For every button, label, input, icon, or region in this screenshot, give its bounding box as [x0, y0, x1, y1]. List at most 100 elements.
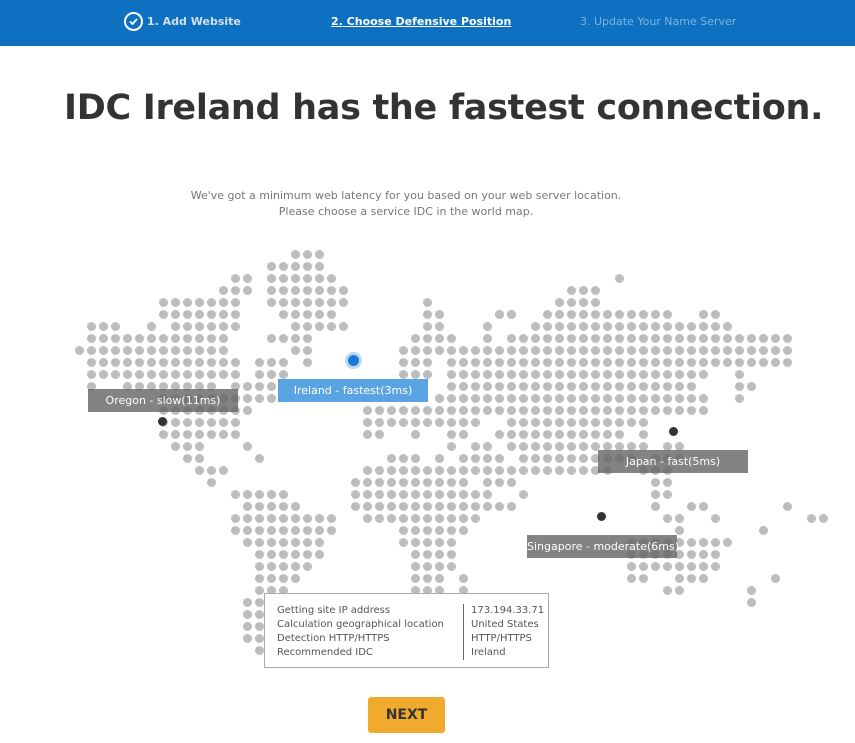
map-dot — [267, 334, 276, 343]
map-dot — [483, 490, 492, 499]
map-dot — [195, 358, 204, 367]
map-dot — [315, 262, 324, 271]
map-dot — [291, 286, 300, 295]
idc-marker-singapore[interactable] — [597, 512, 606, 521]
map-dot — [663, 478, 672, 487]
map-dot — [399, 478, 408, 487]
map-dot — [303, 322, 312, 331]
map-dot — [447, 562, 456, 571]
map-dot — [183, 370, 192, 379]
map-dot — [435, 478, 444, 487]
map-dot — [435, 418, 444, 427]
map-dot — [147, 322, 156, 331]
map-dot — [711, 514, 720, 523]
map-dot — [495, 346, 504, 355]
map-dot — [555, 310, 564, 319]
map-dot — [651, 358, 660, 367]
map-dot — [411, 478, 420, 487]
map-dot — [699, 346, 708, 355]
map-dot — [651, 346, 660, 355]
map-dot — [495, 370, 504, 379]
idc-marker-ireland[interactable] — [348, 355, 359, 366]
map-dot — [399, 538, 408, 547]
map-dot — [447, 394, 456, 403]
map-dot — [459, 514, 468, 523]
idc-label-oregon[interactable]: Oregon - slow(11ms) — [88, 389, 238, 412]
map-dot — [639, 370, 648, 379]
map-dot — [639, 358, 648, 367]
map-dot — [303, 514, 312, 523]
map-dot — [87, 346, 96, 355]
map-dot — [183, 346, 192, 355]
map-dot — [579, 358, 588, 367]
map-dot — [411, 454, 420, 463]
map-dot — [267, 514, 276, 523]
map-dot — [471, 502, 480, 511]
map-dot — [255, 514, 264, 523]
map-dot — [579, 466, 588, 475]
map-dot — [279, 538, 288, 547]
map-dot — [303, 310, 312, 319]
map-dot — [543, 322, 552, 331]
idc-label-singapore[interactable]: Singapore - moderate(6ms) — [527, 535, 679, 558]
map-dot — [363, 502, 372, 511]
map-dot — [267, 550, 276, 559]
map-dot — [255, 526, 264, 535]
map-dot — [219, 298, 228, 307]
map-dot — [459, 454, 468, 463]
map-dot — [171, 370, 180, 379]
map-dot — [111, 346, 120, 355]
map-dot — [771, 574, 780, 583]
map-dot — [435, 538, 444, 547]
idc-label-ireland[interactable]: Ireland - fastest(3ms) — [278, 379, 428, 402]
map-dot — [579, 382, 588, 391]
map-dot — [567, 310, 576, 319]
map-dot — [699, 370, 708, 379]
map-dot — [399, 466, 408, 475]
map-dot — [495, 358, 504, 367]
map-dot — [507, 442, 516, 451]
map-dot — [159, 334, 168, 343]
map-dot — [495, 478, 504, 487]
map-dot — [195, 298, 204, 307]
map-dot — [627, 406, 636, 415]
map-dot — [471, 406, 480, 415]
map-dot — [207, 346, 216, 355]
map-dot — [147, 334, 156, 343]
map-dot — [711, 334, 720, 343]
map-dot — [207, 310, 216, 319]
map-dot — [699, 562, 708, 571]
map-dot — [411, 562, 420, 571]
idc-label-japan[interactable]: Japan - fast(5ms) — [598, 450, 748, 473]
idc-marker-japan[interactable] — [669, 427, 678, 436]
map-dot — [315, 526, 324, 535]
next-button[interactable]: NEXT — [368, 697, 445, 733]
map-dot — [591, 298, 600, 307]
map-dot — [183, 442, 192, 451]
map-dot — [303, 334, 312, 343]
map-dot — [747, 334, 756, 343]
map-dot — [291, 334, 300, 343]
map-dot — [483, 382, 492, 391]
map-dot — [687, 382, 696, 391]
map-dot — [603, 394, 612, 403]
map-dot — [663, 382, 672, 391]
map-dot — [255, 394, 264, 403]
map-dot — [267, 574, 276, 583]
map-dot — [219, 346, 228, 355]
map-dot — [639, 382, 648, 391]
idc-marker-oregon[interactable] — [158, 417, 167, 426]
map-dot — [231, 286, 240, 295]
map-dot — [639, 322, 648, 331]
map-dot — [675, 574, 684, 583]
map-dot — [135, 346, 144, 355]
map-dot — [291, 574, 300, 583]
map-dot — [519, 358, 528, 367]
map-dot — [567, 370, 576, 379]
map-dot — [255, 490, 264, 499]
map-dot — [279, 370, 288, 379]
map-dot — [315, 274, 324, 283]
map-dot — [627, 370, 636, 379]
map-dot — [639, 418, 648, 427]
map-dot — [195, 370, 204, 379]
